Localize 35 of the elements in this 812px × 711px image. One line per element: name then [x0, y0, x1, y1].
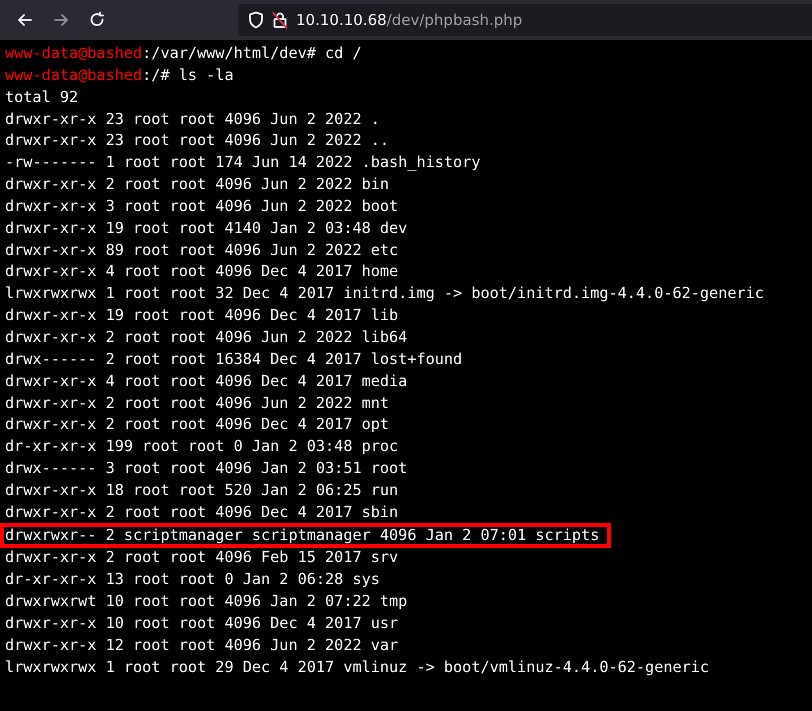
output-line: drwxr-xr-x 2 root root 4096 Dec 4 2017 opt [5, 414, 390, 436]
output-line: drwxrwxrwt 10 root root 4096 Jan 2 07:22 tmp [5, 591, 408, 612]
address-bar[interactable]: 10.10.10.68/dev/phpbash.php [238, 4, 812, 36]
output-line: drwxr-xr-x 19 root root 4096 Dec 4 2017 lib [5, 305, 398, 326]
output-line: drwxr-xr-x 19 root root 4140 Jan 2 03:48 dev [5, 218, 408, 239]
output-line: drwxr-xr-x 3 root root 4096 Jun 2 2022 boot [5, 196, 398, 217]
output-line: total 92 [5, 86, 78, 108]
insecure-lock-icon [272, 11, 288, 29]
forward-arrow-icon [52, 11, 70, 29]
output-line: drwxr-xr-x 2 root root 4096 Jun 2 2022 mnt [5, 392, 390, 414]
back-arrow-icon [16, 11, 34, 29]
output-line: drwxr-xr-x 12 root root 4096 Jun 2 2022 var [5, 634, 398, 656]
output-line: dr-xr-xr-x 13 root root 0 Jan 2 06:28 sys [5, 569, 380, 590]
output-line: drwxr-xr-x 4 root root 4096 Dec 4 2017 home [5, 261, 398, 282]
output-line: drwxr-xr-x 89 root root 4096 Jun 2 2022 etc [5, 240, 398, 261]
prompt-line: www-data@bashed:/var/www/html/dev# cd / [5, 43, 362, 64]
output-line: drwx------ 3 root root 4096 Jan 2 03:51 root [5, 458, 408, 480]
output-line: dr-xr-xr-x 199 root root 0 Jan 2 03:48 proc [5, 436, 398, 458]
output-line: drwxr-xr-x 2 root root 4096 Jun 2 2022 bin [5, 174, 390, 196]
reload-icon [88, 11, 106, 29]
shield-icon [248, 11, 264, 29]
output-line: drwxr-xr-x 23 root root 4096 Jun 2 2022 . [5, 108, 380, 130]
output-line: drwxr-xr-x 23 root root 4096 Jun 2 2022 .. [5, 130, 390, 152]
output-line: lrwxrwxrwx 1 root root 32 Dec 4 2017 initrd.img -> boot/initrd.img-4.4.0-62-generic [5, 283, 764, 304]
output-line: drwxr-xr-x 10 root root 4096 Dec 4 2017 usr [5, 612, 398, 634]
output-line: drwxr-xr-x 2 root root 4096 Feb 15 2017 srv [5, 547, 398, 568]
output-line: drwxr-xr-x 4 root root 4096 Dec 4 2017 media [5, 370, 408, 392]
prompt-line: www-data@bashed:/# ls -la [5, 64, 234, 86]
output-line: lrwxrwxrwx 1 root root 29 Dec 4 2017 vmlinuz -> boot/vmlinuz-4.4.0-62-generic [5, 656, 710, 678]
output-line: drwxr-xr-x 2 root root 4096 Jun 2 2022 lib64 [5, 326, 408, 348]
output-line: drwx------ 2 root root 16384 Dec 4 2017 lost+found [5, 348, 462, 370]
output-line: drwxr-xr-x 2 root root 4096 Dec 4 2017 sbin [5, 502, 398, 523]
url-text: 10.10.10.68/dev/phpbash.php [296, 11, 522, 29]
output-line: drwxr-xr-x 18 root root 520 Jan 2 06:25 run [5, 480, 398, 501]
output-line: -rw------- 1 root root 174 Jun 14 2022 .bash_history [5, 152, 480, 174]
